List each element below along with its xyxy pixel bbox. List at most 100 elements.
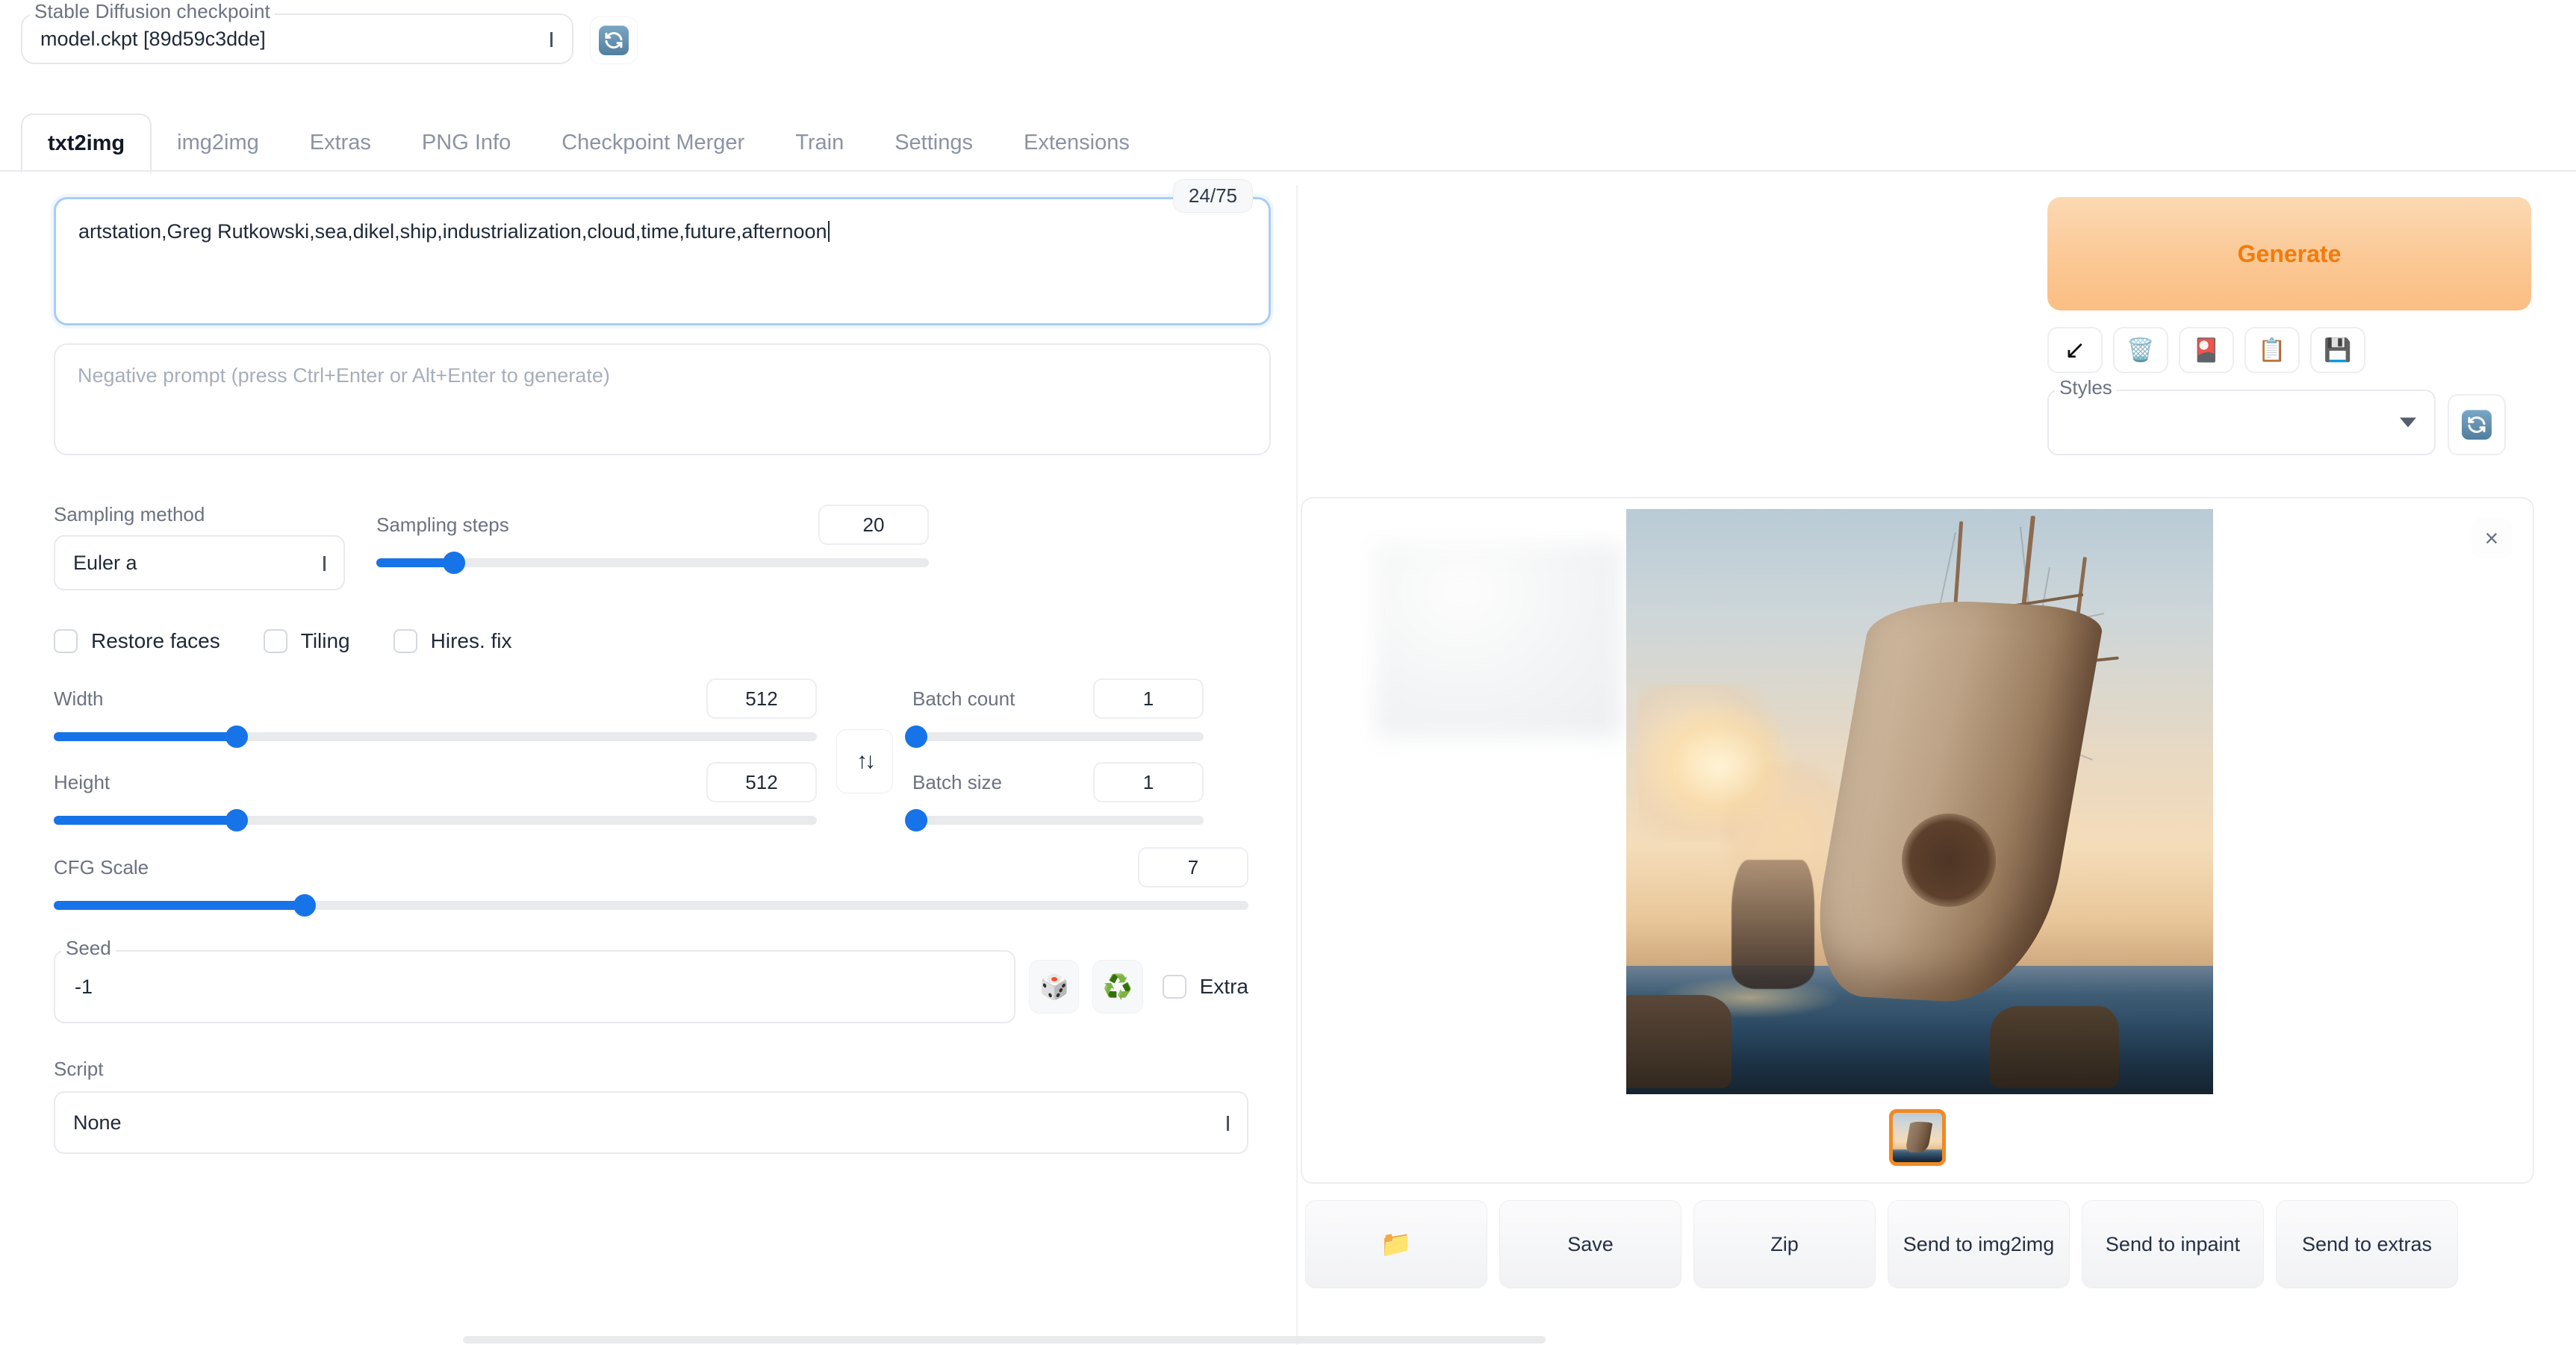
dice-icon: 🎲 <box>1039 973 1069 1000</box>
swap-button-wrap: ↑↓ <box>836 678 893 825</box>
refresh-checkpoints-button[interactable] <box>590 16 638 64</box>
tab-extras[interactable]: Extras <box>284 113 396 172</box>
tab-txt2img[interactable]: txt2img <box>21 113 152 173</box>
sampling-method-value: Euler a <box>73 551 137 574</box>
sampling-method-box[interactable]: Euler a <box>54 535 345 590</box>
cfg-scale-group: CFG Scale 7 <box>54 847 1248 917</box>
swap-dimensions-icon: ↑↓ <box>856 749 876 773</box>
sampling-steps-label: Sampling steps <box>376 513 509 536</box>
batch-count-slider[interactable] <box>904 725 1204 748</box>
send-to-inpaint-button[interactable]: Send to inpaint <box>2082 1200 2264 1288</box>
extra-checkbox[interactable] <box>1162 975 1186 999</box>
tiling-toggle[interactable]: Tiling <box>263 629 350 653</box>
batch-size-value[interactable]: 1 <box>1093 762 1204 802</box>
cfg-scale-slider[interactable] <box>54 894 1248 917</box>
seed-legend: Seed <box>61 937 116 960</box>
tiling-checkbox[interactable] <box>263 629 287 653</box>
height-value[interactable]: 512 <box>706 762 817 802</box>
batch-size-slider[interactable] <box>904 809 1204 831</box>
extra-label: Extra <box>1199 975 1248 998</box>
left-panel: 24/75 artstation,Greg Rutkowski,sea,dike… <box>0 179 1292 1154</box>
send-to-img2img-button[interactable]: Send to img2img <box>1888 1200 2070 1288</box>
width-value[interactable]: 512 <box>706 678 817 719</box>
hires-fix-label: Hires. fix <box>430 629 512 652</box>
thumbnail-item[interactable] <box>1889 1109 1946 1166</box>
sampling-steps-group: Sampling steps 20 <box>376 503 929 574</box>
seed-value: -1 <box>75 975 93 998</box>
chevron-down-icon <box>323 556 326 571</box>
seed-row: Seed -1 🎲 ♻️ Extra <box>54 937 1248 1023</box>
negative-prompt-placeholder: Negative prompt (press Ctrl+Enter or Alt… <box>78 364 610 387</box>
send-to-extras-button[interactable]: Send to extras <box>2276 1200 2458 1288</box>
token-counter: 24/75 <box>1172 179 1253 213</box>
height-slider[interactable] <box>54 809 817 831</box>
tab-settings[interactable]: Settings <box>869 113 998 172</box>
tab-img2img[interactable]: img2img <box>152 113 284 172</box>
seed-input[interactable]: Seed -1 <box>54 937 1016 1023</box>
script-label: Script <box>54 1058 104 1080</box>
zip-button[interactable]: Zip <box>1693 1200 1876 1288</box>
toggles-row: Restore faces Tiling Hires. fix <box>54 629 1248 653</box>
sampling-steps-value[interactable]: 20 <box>818 505 929 545</box>
horizontal-scrollbar[interactable] <box>463 1336 1546 1344</box>
width-label: Width <box>54 687 104 710</box>
panel-divider <box>1296 185 1298 1345</box>
sampling-method-group: Sampling method Euler a <box>54 503 345 590</box>
height-group: Height 512 <box>54 762 817 831</box>
recycle-icon: ♻️ <box>1103 973 1133 1000</box>
close-icon[interactable]: × <box>2471 518 2512 558</box>
styles-legend: Styles <box>2055 376 2117 399</box>
right-panel: × 📁 Save Zip Send to img2img Send to inp… <box>1301 185 2576 1288</box>
prompt-input[interactable]: artstation,Greg Rutkowski,sea,dikel,ship… <box>54 197 1271 325</box>
batch-count-label: Batch count <box>912 687 1015 710</box>
prompt-area: 24/75 artstation,Greg Rutkowski,sea,dike… <box>54 179 1271 325</box>
batch-count-value[interactable]: 1 <box>1093 678 1204 719</box>
batch-size-group: Batch size 1 <box>904 762 1204 831</box>
sampling-method-dropdown[interactable]: Euler a <box>54 535 345 590</box>
folder-icon: 📁 <box>1380 1229 1413 1258</box>
webui-root: Stable Diffusion checkpoint model.ckpt [… <box>0 0 2576 1345</box>
width-group: Width 512 <box>54 678 817 748</box>
hires-fix-checkbox[interactable] <box>393 629 417 653</box>
restore-faces-checkbox[interactable] <box>54 629 78 653</box>
placeholder-blur <box>1375 543 1622 737</box>
tab-extensions[interactable]: Extensions <box>998 113 1155 172</box>
batch-group: Batch count 1 Batch size 1 <box>904 678 1204 831</box>
sampling-steps-slider[interactable] <box>376 552 929 574</box>
text-cursor <box>827 221 830 242</box>
negative-prompt-input[interactable]: Negative prompt (press Ctrl+Enter or Alt… <box>54 343 1271 455</box>
script-dropdown[interactable]: None <box>54 1091 1248 1154</box>
tiling-label: Tiling <box>300 629 350 652</box>
extra-seed-toggle[interactable]: Extra <box>1162 975 1248 999</box>
restore-faces-label: Restore faces <box>91 629 220 652</box>
refresh-icon <box>599 25 629 55</box>
reuse-seed-button[interactable]: ♻️ <box>1092 960 1143 1014</box>
seed-box[interactable]: -1 <box>54 950 1016 1023</box>
checkpoint-row: Stable Diffusion checkpoint model.ckpt [… <box>21 0 638 64</box>
height-label: Height <box>54 770 111 793</box>
script-value: None <box>73 1111 122 1134</box>
parameters-panel: Sampling method Euler a Sampling steps 2… <box>54 503 1248 1154</box>
chevron-down-icon <box>1227 1116 1229 1131</box>
tab-checkpoint-merger[interactable]: Checkpoint Merger <box>536 113 770 172</box>
swap-dimensions-button[interactable]: ↑↓ <box>836 729 893 793</box>
size-batch-row: Width 512 Height 512 ↑↓ Batch count 1 Ba… <box>54 678 1248 831</box>
save-button[interactable]: Save <box>1499 1200 1681 1288</box>
result-gallery: × <box>1301 497 2534 1184</box>
script-group: Script None <box>54 1058 1248 1154</box>
open-folder-button[interactable]: 📁 <box>1305 1200 1487 1288</box>
width-slider[interactable] <box>54 725 817 748</box>
random-seed-button[interactable]: 🎲 <box>1029 960 1080 1014</box>
tabs-underline <box>0 170 2576 172</box>
script-box[interactable]: None <box>54 1091 1248 1154</box>
hires-fix-toggle[interactable]: Hires. fix <box>393 629 512 653</box>
checkpoint-dropdown[interactable]: Stable Diffusion checkpoint model.ckpt [… <box>21 0 573 64</box>
tab-train[interactable]: Train <box>770 113 869 172</box>
chevron-down-icon <box>550 32 553 47</box>
restore-faces-toggle[interactable]: Restore faces <box>54 629 220 653</box>
generated-image[interactable] <box>1626 509 2213 1094</box>
batch-size-label: Batch size <box>912 770 1002 793</box>
cfg-scale-value[interactable]: 7 <box>1138 847 1248 887</box>
prompt-text: artstation,Greg Rutkowski,sea,dikel,ship… <box>78 220 827 243</box>
tab-png-info[interactable]: PNG Info <box>396 113 536 172</box>
